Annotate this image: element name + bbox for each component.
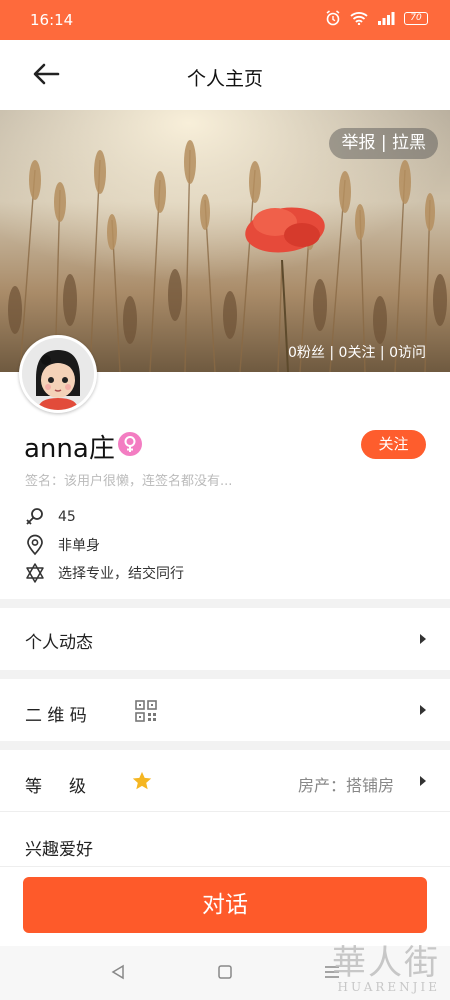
report-button[interactable]: 举报 xyxy=(341,133,375,153)
alarm-icon xyxy=(326,10,340,26)
interests-label: 兴趣爱好 xyxy=(25,840,93,860)
home-square-icon[interactable] xyxy=(217,964,233,980)
watermark-sub: HUARENJIE xyxy=(337,980,440,994)
profile-stats: 0粉丝 | 0关注 | 0访问 xyxy=(288,342,426,362)
report-block-pill: 举报 | 拉黑 xyxy=(329,128,438,159)
activity-row[interactable]: 个人动态 xyxy=(0,608,450,670)
property-text: 房产：搭铺房 xyxy=(297,776,394,795)
status-time: 16:14 xyxy=(30,11,74,29)
profession-value: 选择专业，结交同行 xyxy=(58,566,184,582)
age-row: 45 xyxy=(24,506,76,528)
signature-text: 签名：该用户很懒，连签名都没有... xyxy=(25,474,233,489)
relationship-row: 非单身 xyxy=(24,534,100,556)
block-button[interactable]: 拉黑 xyxy=(392,133,426,153)
profile-banner: 举报 | 拉黑 0粉丝 | 0关注 | 0访问 xyxy=(0,110,450,372)
qrcode-label: 二 维 码 xyxy=(25,706,87,726)
divider: | xyxy=(329,345,339,361)
battery-icon: 70 xyxy=(404,11,428,25)
watermark-brand: 華人街 xyxy=(332,943,440,983)
fans-count[interactable]: 0粉丝 xyxy=(288,345,325,361)
back-triangle-icon[interactable] xyxy=(110,964,126,980)
wifi-icon xyxy=(350,12,368,25)
qr-code-icon xyxy=(135,700,157,722)
follow-button[interactable]: 关注 xyxy=(361,430,426,459)
chat-button[interactable]: 对话 xyxy=(23,877,427,933)
star-icon xyxy=(132,771,152,790)
level-row[interactable]: 等 级 房产：搭铺房 xyxy=(0,750,450,812)
chevron-right-icon xyxy=(420,705,426,715)
qrcode-row[interactable]: 二 维 码 xyxy=(0,679,450,741)
section-divider xyxy=(0,599,450,608)
avatar-girl-image xyxy=(22,338,94,410)
status-icons: 70 xyxy=(325,10,428,26)
divider: | xyxy=(380,133,392,153)
level-label: 等 级 xyxy=(25,777,87,797)
interests-row: 兴趣爱好 xyxy=(0,813,450,873)
watermark-logo: 華人街 HUARENJIE xyxy=(332,935,440,994)
app-header: 个人主页 xyxy=(0,40,450,110)
star-of-david-icon xyxy=(26,563,44,583)
following-count[interactable]: 0关注 xyxy=(339,345,376,361)
age-value: 45 xyxy=(58,509,76,525)
location-pin-icon xyxy=(27,534,43,556)
activity-label: 个人动态 xyxy=(25,633,93,653)
visits-count[interactable]: 0访问 xyxy=(389,345,426,361)
chevron-right-icon xyxy=(420,776,426,786)
profession-row[interactable]: 选择专业，结交同行 xyxy=(24,562,184,584)
section-divider xyxy=(0,741,450,750)
chevron-right-icon xyxy=(420,634,426,644)
signal-icon xyxy=(378,12,395,25)
status-bar: 16:14 70 xyxy=(0,0,450,40)
user-name: anna庄 xyxy=(24,434,115,464)
section-divider xyxy=(0,670,450,679)
divider: | xyxy=(379,345,390,361)
relationship-value: 非单身 xyxy=(58,538,100,554)
avatar[interactable] xyxy=(19,335,97,413)
female-gender-icon xyxy=(118,432,142,456)
gender-age-icon xyxy=(26,508,43,525)
page-title: 个人主页 xyxy=(186,68,263,90)
